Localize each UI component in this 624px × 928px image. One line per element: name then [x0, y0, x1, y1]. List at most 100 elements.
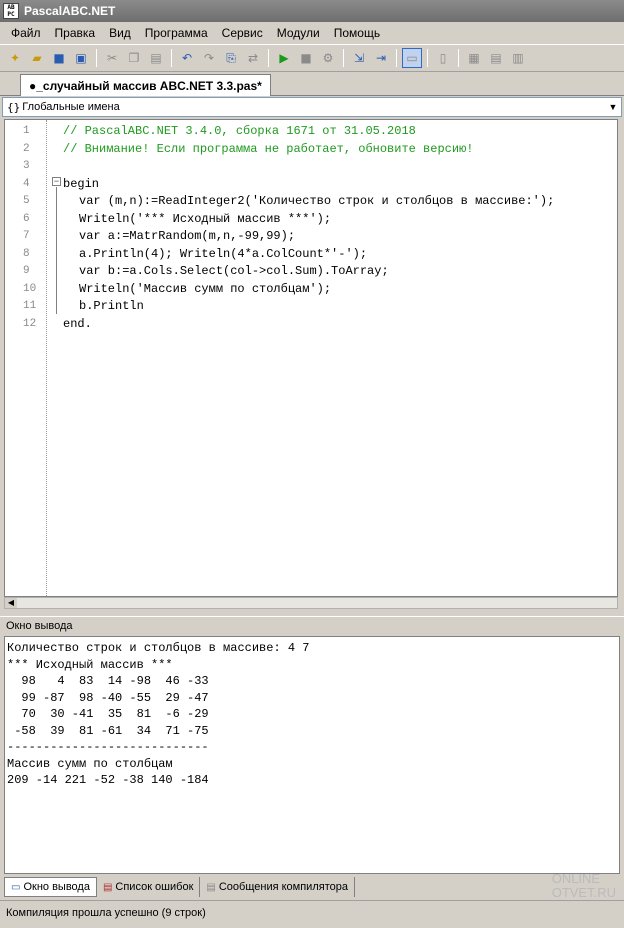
replace-icon[interactable]: ⇄ — [243, 48, 263, 68]
line-number: 8 — [23, 247, 30, 260]
toolbar: ✦ ▰ ■ ▣ ✂ ❐ ▤ ↶ ↷ ⎘ ⇄ ▶ ■ ⚙ ⇲ ⇥ ▭ ▯ ▦ ▤ … — [0, 44, 624, 72]
code-line[interactable]: 1 // PascalABC.NET 3.4.0, сборка 1671 от … — [5, 123, 617, 140]
tab-error-list[interactable]: ▤ Список ошибок — [97, 877, 201, 897]
toolbar-separator — [458, 49, 459, 67]
scope-braces-icon: {} — [7, 100, 21, 114]
tab-compiler-messages[interactable]: ▤ Сообщения компилятора — [200, 877, 355, 897]
line-number: 12 — [23, 317, 37, 330]
output-line: Количество строк и столбцов в массиве: 4… — [7, 641, 310, 655]
code-line[interactable]: 11 b.Println — [5, 298, 617, 315]
code-line[interactable]: 8 a.Println(4); Writeln(4*a.ColCount*'-')… — [5, 246, 617, 263]
watermark-line1: ONLINE — [551, 871, 601, 886]
code-comment: // Внимание! Если программа не работает,… — [63, 141, 474, 156]
line-number: 2 — [23, 142, 30, 155]
code-text: a.Println(4); Writeln(4*a.ColCount*'-'); — [79, 246, 368, 261]
watermark-line2: OTVET.RU — [551, 885, 616, 900]
save-icon[interactable]: ■ — [49, 48, 69, 68]
tab-label: Окно вывода — [23, 881, 90, 893]
output-panel-title: Окно вывода — [6, 620, 73, 632]
code-text: begin — [63, 176, 100, 191]
copy-icon[interactable]: ❐ — [124, 48, 144, 68]
toolbar-separator — [96, 49, 97, 67]
menu-bar: Файл Правка Вид Программа Сервис Модули … — [0, 22, 624, 44]
code-text: Writeln('Массив сумм по столбцам'); — [79, 281, 332, 296]
scroll-left-icon[interactable]: ◀ — [5, 598, 17, 608]
new-file-icon[interactable]: ✦ — [5, 48, 25, 68]
output-panel-header: Окно вывода — [0, 616, 624, 635]
file-tab-label: ●_случайный массив ABC.NET 3.3.pas* — [29, 78, 262, 93]
code-line[interactable]: 5 var (m,n):=ReadInteger2('Количество стр… — [5, 193, 617, 210]
line-number: 10 — [23, 282, 37, 295]
line-number: 1 — [23, 125, 30, 137]
scope-value: Глобальные имена — [22, 101, 120, 113]
output-line: -58 39 81 -61 34 71 -75 — [7, 723, 209, 738]
code-text: Writeln('*** Исходный массив ***'); — [79, 211, 332, 226]
menu-help[interactable]: Помощь — [327, 26, 387, 40]
toolbar-separator — [427, 49, 428, 67]
tab-label: Список ошибок — [115, 881, 194, 893]
bottom-tab-strip: ▭ Окно вывода ▤ Список ошибок ▤ Сообщени… — [0, 876, 624, 898]
output-window-icon: ▭ — [11, 881, 21, 893]
paste-icon[interactable]: ▤ — [146, 48, 166, 68]
watermark: ONLINE OTVET.RU — [552, 872, 616, 900]
line-number: 11 — [23, 300, 37, 312]
cut-icon[interactable]: ✂ — [102, 48, 122, 68]
code-line[interactable]: 10 Writeln('Массив сумм по столбцам'); — [5, 281, 617, 298]
status-text: Компиляция прошла успешно (9 строк) — [6, 906, 206, 919]
tab-output-window[interactable]: ▭ Окно вывода — [4, 877, 97, 897]
menu-edit[interactable]: Правка — [48, 26, 103, 40]
window-title: PascalABC.NET — [24, 4, 116, 18]
line-number: 4 — [23, 177, 30, 190]
code-line[interactable]: 4 begin — [5, 176, 617, 193]
line-number: 6 — [23, 212, 30, 225]
menu-view[interactable]: Вид — [102, 26, 138, 40]
code-line[interactable]: 2 // Внимание! Если программа не работает… — [5, 141, 617, 158]
menu-program[interactable]: Программа — [138, 26, 215, 40]
ui-designer-icon[interactable]: ▦ — [464, 48, 484, 68]
compiler-messages-icon: ▤ — [206, 881, 216, 893]
output-window-icon[interactable]: ▭ — [402, 48, 422, 68]
list-icon[interactable]: ▤ — [486, 48, 506, 68]
undo-icon[interactable]: ↶ — [177, 48, 197, 68]
run-icon[interactable]: ▶ — [274, 48, 294, 68]
app-logo-icon: AB PC — [3, 3, 19, 19]
scope-dropdown[interactable]: {} Глобальные имена ▼ — [2, 97, 622, 117]
toolbar-separator — [343, 49, 344, 67]
step-into-icon[interactable]: ⇲ — [349, 48, 369, 68]
menu-service[interactable]: Сервис — [215, 26, 270, 40]
file-tab[interactable]: ●_случайный массив ABC.NET 3.3.pas* — [20, 74, 271, 96]
tab-label: Сообщения компилятора — [218, 881, 348, 893]
output-line: 98 4 83 14 -98 46 -33 — [7, 674, 209, 688]
code-text: var (m,n):=ReadInteger2('Количество стро… — [79, 194, 555, 208]
code-editor[interactable]: 1 // PascalABC.NET 3.4.0, сборка 1671 от … — [4, 119, 618, 597]
code-line[interactable]: 9 var b:=a.Cols.Select(col->col.Sum).ToAr… — [5, 263, 617, 280]
line-number: 7 — [23, 230, 30, 242]
code-line[interactable]: 7 var a:=MatrRandom(m,n,-99,99); — [5, 228, 617, 245]
code-text: end. — [63, 316, 92, 331]
toolbar-separator — [171, 49, 172, 67]
find-icon[interactable]: ⎘ — [221, 48, 241, 68]
editor-horizontal-scrollbar[interactable]: ◀ — [4, 597, 618, 609]
line-number: 5 — [23, 195, 30, 207]
chevron-down-icon[interactable]: ▼ — [605, 98, 621, 116]
output-line: 70 30 -41 35 81 -6 -29 — [7, 707, 209, 721]
stop-icon[interactable]: ■ — [296, 48, 316, 68]
title-bar: AB PC PascalABC.NET — [0, 0, 624, 22]
menu-file[interactable]: Файл — [4, 26, 48, 40]
compile-icon[interactable]: ⚙ — [318, 48, 338, 68]
step-over-icon[interactable]: ⇥ — [371, 48, 391, 68]
reference-icon[interactable]: ▥ — [508, 48, 528, 68]
toolbar-separator — [396, 49, 397, 67]
fold-guide — [56, 187, 57, 314]
code-line[interactable]: 12 end. — [5, 316, 617, 333]
save-all-icon[interactable]: ▣ — [71, 48, 91, 68]
fold-collapse-icon[interactable]: − — [52, 177, 61, 186]
code-line[interactable]: 3 — [5, 158, 617, 175]
format-code-icon[interactable]: ▯ — [433, 48, 453, 68]
code-line[interactable]: 6 Writeln('*** Исходный массив ***'); — [5, 211, 617, 228]
output-line: 99 -87 98 -40 -55 29 -47 — [7, 690, 209, 705]
open-folder-icon[interactable]: ▰ — [27, 48, 47, 68]
redo-icon[interactable]: ↷ — [199, 48, 219, 68]
menu-modules[interactable]: Модули — [270, 26, 327, 40]
output-window[interactable]: Количество строк и столбцов в массиве: 4… — [4, 636, 620, 874]
